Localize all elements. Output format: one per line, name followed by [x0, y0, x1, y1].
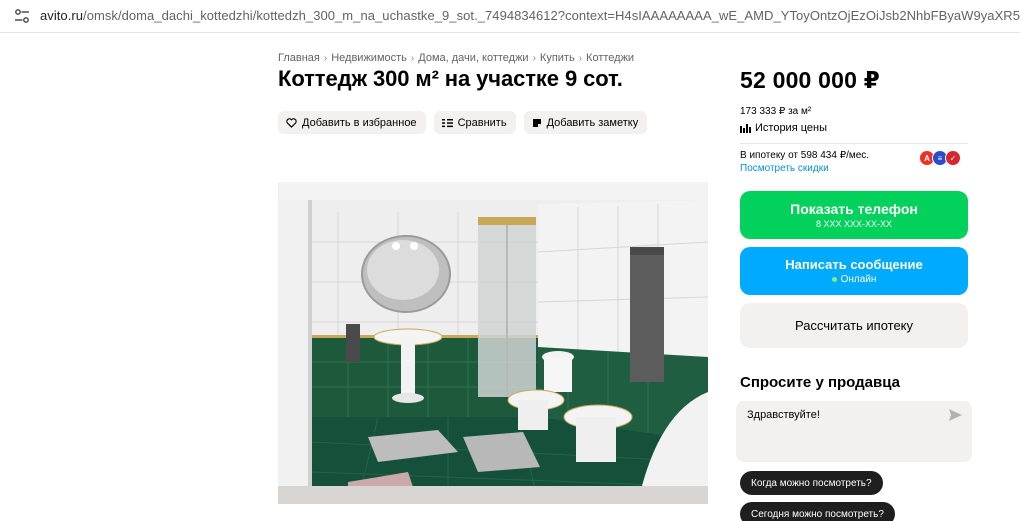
chart-icon	[740, 124, 751, 133]
write-message-label: Написать сообщение	[785, 257, 923, 272]
listing-actions: Добавить в избранное Сравнить Добавить з…	[278, 111, 648, 134]
phone-mask: 8 XXX XXX-XX-XX	[815, 219, 893, 229]
quick-question-chip[interactable]: Когда можно посмотреть?	[740, 471, 883, 495]
view-discounts-link[interactable]: Посмотреть скидки	[740, 163, 829, 174]
url-path: /omsk/doma_dachi_kottedzhi/kottedzh_300_…	[83, 8, 1020, 23]
online-label: Онлайн	[840, 274, 877, 285]
calculate-mortgage-button[interactable]: Рассчитать ипотеку	[740, 303, 968, 348]
price-per-m2: 173 333 ₽ за м²	[740, 106, 812, 117]
message-input[interactable]: Здравствуйте!	[736, 401, 972, 462]
heart-icon	[286, 117, 297, 128]
price: 52 000 000 ₽	[740, 67, 880, 93]
breadcrumb-separator: ›	[410, 52, 415, 64]
url-host: avito.ru	[40, 8, 84, 23]
add-to-favorites-button[interactable]: Добавить в избранное	[278, 111, 426, 134]
divider	[740, 143, 968, 144]
bank-logos: A ≡ ✓	[919, 150, 961, 166]
photo-gallery-strip	[278, 486, 708, 504]
bathroom-photo	[278, 182, 708, 502]
note-label: Добавить заметку	[546, 116, 639, 129]
compare-icon	[441, 118, 453, 127]
calculate-mortgage-label: Рассчитать ипотеку	[794, 318, 914, 333]
message-text: Здравствуйте!	[747, 409, 820, 421]
show-phone-button[interactable]: Показать телефон 8 XXX XXX-XX-XX	[740, 191, 968, 239]
url-text[interactable]: avito.ru/omsk/doma_dachi_kottedzhi/kotte…	[40, 8, 1020, 23]
breadcrumb-realty[interactable]: Недвижимость	[331, 52, 407, 64]
breadcrumb: Главная › Недвижимость › Дома, дачи, кот…	[278, 52, 634, 64]
site-settings-icon[interactable]	[14, 8, 30, 24]
page-title: Коттедж 300 м² на участке 9 сот.	[278, 66, 623, 91]
online-dot-icon	[831, 277, 837, 282]
compare-button[interactable]: Сравнить	[433, 111, 516, 134]
breadcrumb-separator: ›	[578, 52, 583, 64]
quick-question-chip[interactable]: Сегодня можно посмотреть?	[740, 502, 895, 521]
write-message-button[interactable]: Написать сообщение Онлайн	[740, 247, 968, 295]
breadcrumb-buy[interactable]: Купить	[540, 52, 575, 64]
send-icon[interactable]	[949, 409, 962, 421]
listing-photo[interactable]	[278, 182, 708, 502]
breadcrumb-separator: ›	[323, 52, 328, 64]
price-history-link[interactable]: История цены	[740, 122, 827, 134]
breadcrumb-houses[interactable]: Дома, дачи, коттеджи	[418, 52, 528, 64]
online-status: Онлайн	[831, 274, 877, 285]
show-phone-label: Показать телефон	[790, 201, 918, 217]
note-icon	[532, 118, 541, 127]
compare-label: Сравнить	[457, 116, 507, 129]
address-bar[interactable]: avito.ru/omsk/doma_dachi_kottedzhi/kotte…	[0, 0, 1020, 33]
price-history-label: История цены	[755, 122, 827, 134]
add-note-button[interactable]: Добавить заметку	[523, 111, 648, 134]
breadcrumb-separator: ›	[532, 52, 536, 64]
breadcrumb-home[interactable]: Главная	[278, 52, 320, 64]
bank-icon: ✓	[945, 150, 961, 166]
favorite-label: Добавить в избранное	[302, 116, 417, 129]
ask-seller-title: Спросите у продавца	[740, 374, 900, 391]
breadcrumb-cottages[interactable]: Коттеджи	[586, 52, 634, 64]
mortgage-text: В ипотеку от 598 434 ₽/мес.	[740, 150, 870, 161]
